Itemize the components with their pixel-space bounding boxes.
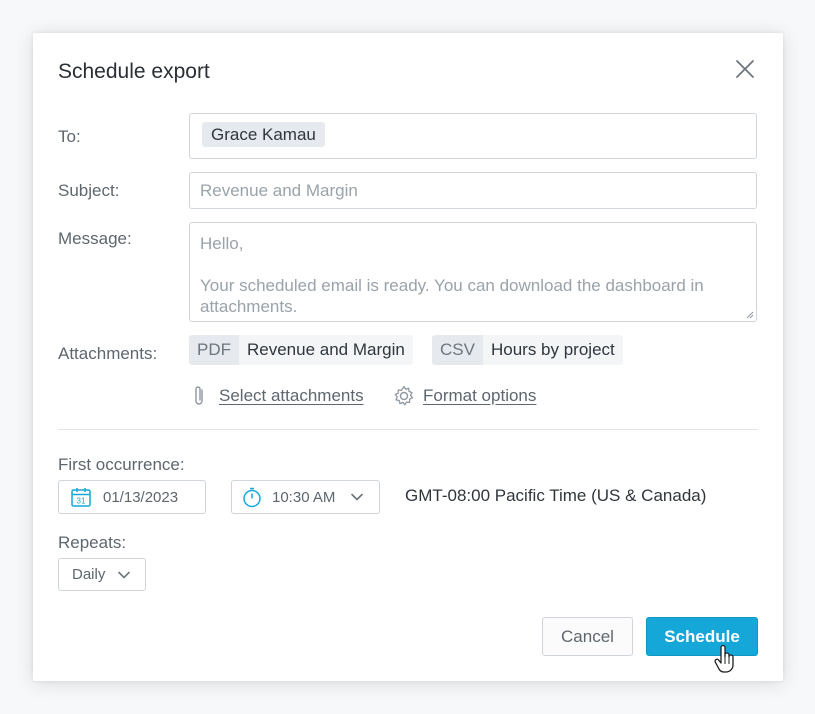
message-textarea[interactable]: Hello, Your scheduled email is ready. Yo… — [189, 222, 757, 322]
format-options-link[interactable]: Format options — [392, 383, 536, 409]
message-text: Hello, Your scheduled email is ready. Yo… — [200, 234, 704, 316]
select-attachments-link[interactable]: Select attachments — [193, 383, 364, 409]
attachment-name: Revenue and Margin — [239, 335, 413, 365]
recipient-chip[interactable]: Grace Kamau — [202, 122, 325, 147]
attachment-format: PDF — [189, 335, 239, 365]
subject-label: Subject: — [58, 181, 120, 200]
repeats-value: Daily — [72, 566, 106, 583]
cancel-button[interactable]: Cancel — [542, 617, 633, 656]
date-picker[interactable]: 31 01/13/2023 — [58, 480, 206, 514]
section-divider — [58, 429, 758, 430]
date-value: 01/13/2023 — [103, 488, 179, 506]
dialog-title: Schedule export — [58, 60, 210, 83]
attachment-chip[interactable]: CSV Hours by project — [432, 335, 623, 365]
subject-input[interactable] — [200, 173, 740, 208]
first-occurrence-label: First occurrence: — [58, 455, 185, 474]
select-attachments-label: Select attachments — [219, 386, 364, 405]
hand-pointer-icon — [714, 645, 734, 673]
svg-text:31: 31 — [77, 497, 86, 506]
paperclip-icon — [195, 386, 203, 405]
attachment-chip[interactable]: PDF Revenue and Margin — [189, 335, 413, 365]
chevron-down-icon — [351, 493, 364, 501]
schedule-export-dialog: Schedule export To: Grace Kamau Subject:… — [33, 33, 783, 681]
calendar-icon: 31 — [71, 488, 91, 507]
repeats-dropdown[interactable]: Daily — [58, 558, 146, 591]
clock-icon — [243, 487, 261, 508]
message-label: Message: — [58, 229, 132, 248]
timezone-text: GMT-08:00 Pacific Time (US & Canada) — [405, 486, 707, 505]
subject-field[interactable] — [189, 172, 757, 209]
attachments-label: Attachments: — [58, 344, 158, 363]
attachment-name: Hours by project — [482, 335, 623, 365]
time-picker[interactable]: 10:30 AM — [231, 480, 380, 514]
close-icon[interactable] — [733, 57, 757, 81]
time-value: 10:30 AM — [272, 488, 336, 506]
attachment-format: CSV — [432, 335, 483, 365]
schedule-button[interactable]: Schedule — [646, 617, 758, 656]
resize-handle-icon[interactable] — [746, 311, 754, 319]
gear-icon — [394, 385, 414, 406]
format-options-label: Format options — [423, 386, 537, 405]
to-field[interactable]: Grace Kamau — [189, 113, 757, 159]
repeats-label: Repeats: — [58, 533, 127, 552]
to-label: To: — [58, 127, 81, 146]
chevron-down-icon — [118, 571, 131, 578]
